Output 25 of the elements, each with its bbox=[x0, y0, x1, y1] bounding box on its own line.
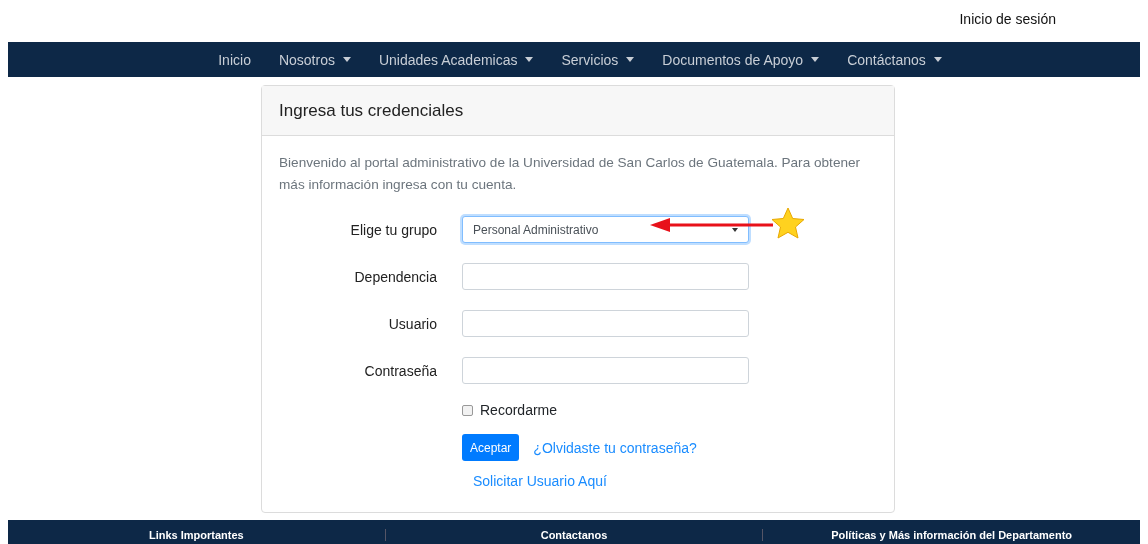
star-icon bbox=[771, 207, 805, 239]
field-label: Contraseña bbox=[363, 362, 438, 379]
field-label: Usuario bbox=[387, 315, 438, 332]
input-field[interactable] bbox=[462, 310, 749, 337]
nav-item[interactable]: Unidades Academicas bbox=[364, 51, 548, 68]
input-field[interactable] bbox=[462, 357, 749, 384]
nav-item[interactable]: Documentos de Apoyo bbox=[648, 51, 834, 68]
nav-item[interactable]: Inicio bbox=[204, 51, 265, 68]
input-field[interactable] bbox=[462, 263, 749, 290]
card-title: Ingresa tus credenciales bbox=[279, 100, 464, 121]
footer-heading: Políticas y Más información del Departamento bbox=[762, 529, 1140, 541]
group-select[interactable]: Personal Administrativo bbox=[462, 216, 749, 243]
submit-button[interactable]: Aceptar bbox=[462, 434, 520, 461]
nav-item[interactable]: Servicios bbox=[547, 51, 649, 68]
nav-item[interactable]: Contáctanos bbox=[833, 51, 956, 68]
intro-text: Bienvenido al portal administrativo de la Universidad de San Carlos de Guatemala. Para obtener más información ingresa con tu cuenta. bbox=[279, 154, 862, 194]
nav-item[interactable]: Nosotros bbox=[264, 51, 365, 68]
checkbox-label: Recordarme bbox=[480, 402, 558, 418]
checkbox[interactable] bbox=[462, 404, 473, 416]
field-label: Elige tu grupo bbox=[349, 221, 438, 238]
footer-heading: Links Importantes bbox=[147, 529, 245, 541]
field-label: Dependencia bbox=[353, 268, 438, 285]
login-link[interactable]: Inicio de sesión bbox=[959, 11, 1056, 27]
caret-icon bbox=[732, 227, 738, 232]
footer-heading: Contactanos bbox=[384, 529, 763, 541]
